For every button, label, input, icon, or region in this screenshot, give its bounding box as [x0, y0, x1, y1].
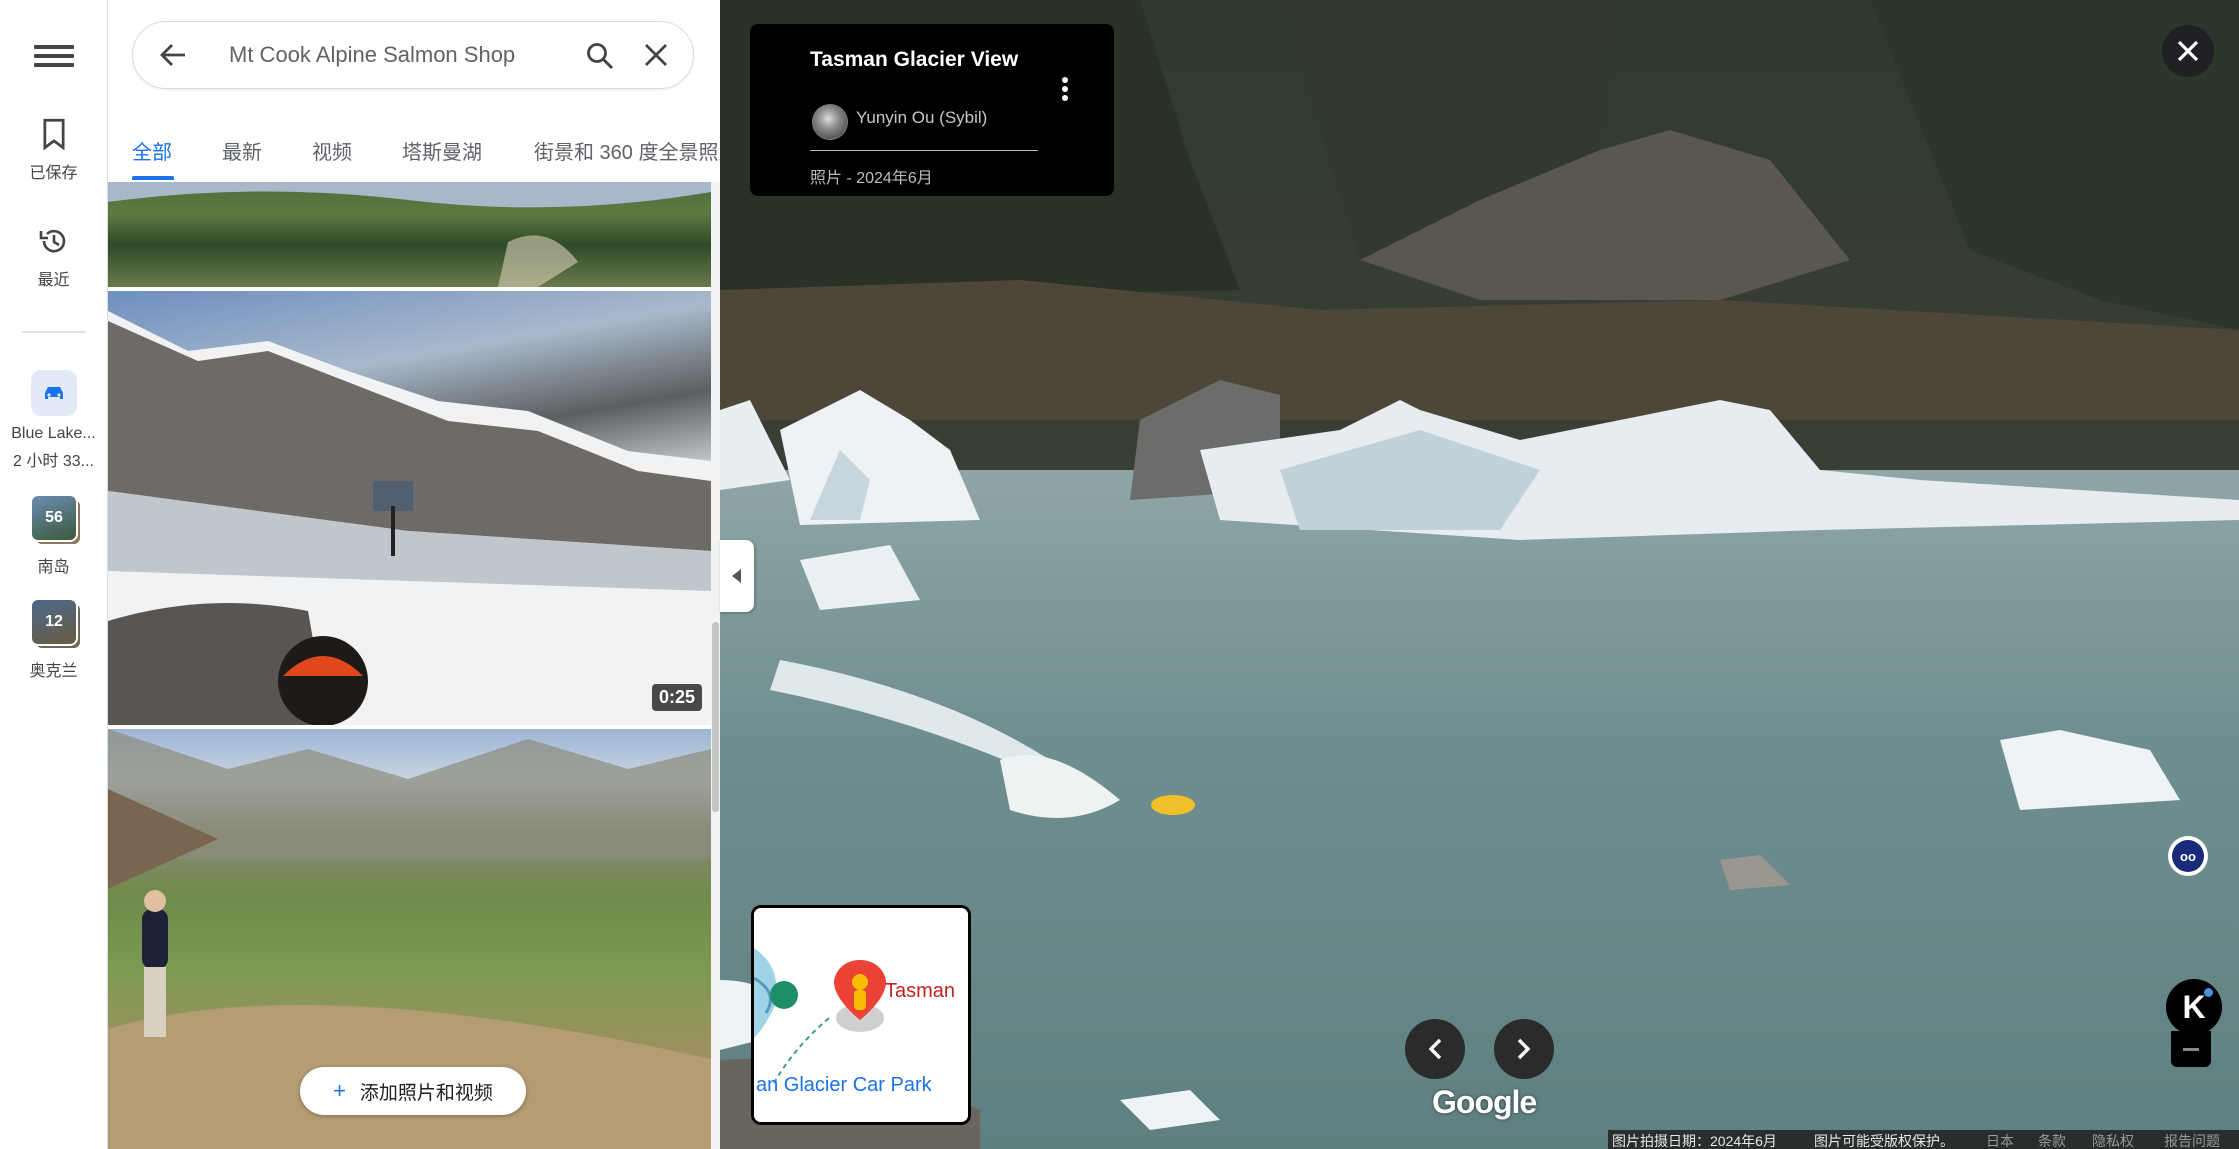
tab-latest[interactable]: 最新	[222, 136, 262, 165]
close-icon[interactable]	[643, 42, 669, 68]
photo-author[interactable]: Yunyin Ou (Sybil)	[856, 108, 987, 128]
footer-copyright: 图片可能受版权保护。	[1814, 1133, 1954, 1149]
footer-region[interactable]: 日本	[1986, 1131, 2014, 1149]
video-thumbnail[interactable]: 0:25	[108, 291, 711, 725]
chevron-left-icon	[1428, 1038, 1442, 1060]
photo-info-card: Tasman Glacier View Yunyin Ou (Sybil) 照片…	[750, 24, 1114, 196]
footer-bar: 图片拍摄日期：2024年6月 图片可能受版权保护。 日本 条款 隐私权 报告问题	[1608, 1130, 2239, 1149]
photo-count-badge: 12	[30, 598, 78, 646]
tab-all[interactable]: 全部	[132, 136, 172, 165]
k-extension-button[interactable]: K	[2166, 979, 2222, 1035]
back-arrow-icon[interactable]	[159, 42, 187, 68]
rail-divider	[22, 331, 86, 333]
car-icon	[45, 387, 63, 399]
history-icon	[39, 229, 65, 253]
google-logo: Google	[1432, 1084, 1537, 1120]
search-box[interactable]: Mt Cook Alpine Salmon Shop	[132, 21, 694, 89]
minus-icon	[2183, 1047, 2199, 1051]
photo-count-badge: 56	[30, 494, 78, 542]
footer-capture-date: 图片拍摄日期：2024年6月	[1612, 1133, 1777, 1149]
photo-thumbnail[interactable]	[108, 182, 711, 287]
saved-button[interactable]: 已保存	[0, 118, 107, 183]
plus-icon: +	[333, 1078, 346, 1103]
recent-label: 最近	[37, 272, 70, 289]
add-photos-videos-label: 添加照片和视频	[359, 1082, 493, 1104]
footer-privacy-link[interactable]: 隐私权	[2092, 1131, 2134, 1149]
recent-item-blue-lake[interactable]	[31, 370, 77, 416]
photo-title[interactable]: Tasman Glacier View	[810, 48, 1018, 72]
left-rail: 已保存 最近 Blue Lake... 2 小时 33... 56 南岛 12 …	[0, 0, 108, 1149]
tab-street-view-360[interactable]: 街景和 360 度全景照片	[534, 136, 720, 165]
pegman-button[interactable]: oo	[2168, 836, 2208, 876]
video-duration: 0:25	[651, 684, 702, 711]
recent-item-blue-lake-title: Blue Lake...	[11, 425, 96, 442]
notification-dot	[2204, 988, 2213, 997]
add-photos-videos-button[interactable]: + 添加照片和视频	[300, 1067, 526, 1115]
pegman-icon: oo	[2172, 840, 2204, 872]
close-viewer-button[interactable]	[2162, 25, 2214, 77]
minimap-parking-label: an Glacier Car Park	[756, 1074, 932, 1096]
bookmark-icon	[42, 118, 65, 151]
caret-left-icon	[732, 569, 741, 583]
tab-videos[interactable]: 视频	[312, 136, 352, 165]
divider	[810, 150, 1038, 151]
recent-button[interactable]: 最近	[0, 225, 107, 290]
tab-tasman-lake[interactable]: 塔斯曼湖	[402, 136, 482, 165]
menu-icon[interactable]	[34, 40, 74, 72]
recent-item-south-island-label: 南岛	[37, 559, 70, 576]
collapse-panel-button[interactable]	[720, 540, 754, 612]
previous-photo-button[interactable]	[1405, 1019, 1465, 1079]
search-icon[interactable]	[585, 41, 615, 71]
zoom-out-button[interactable]	[2171, 1031, 2211, 1067]
search-input[interactable]: Mt Cook Alpine Salmon Shop	[229, 42, 515, 68]
footer-terms-link[interactable]: 条款	[2038, 1131, 2066, 1149]
minimap[interactable]: Tasman an Glacier Car Park	[751, 905, 971, 1125]
recent-item-south-island[interactable]: 56	[30, 494, 82, 546]
panel-scrollbar[interactable]	[711, 182, 720, 1149]
chevron-right-icon	[1517, 1038, 1531, 1060]
minimap-place-label: Tasman	[885, 980, 956, 1002]
next-photo-button[interactable]	[1494, 1019, 1554, 1079]
more-options-icon[interactable]	[1062, 74, 1068, 104]
avatar[interactable]	[812, 104, 848, 140]
recent-item-auckland[interactable]: 12	[30, 598, 82, 650]
photo-category-tabs: 全部 最新 视频 塔斯曼湖 街景和 360 度全景照片	[108, 128, 720, 183]
recent-item-auckland-label: 奥克兰	[29, 663, 78, 680]
photos-panel: Mt Cook Alpine Salmon Shop 全部 最新 视频 塔斯曼湖…	[108, 0, 720, 1149]
recent-item-blue-lake-subtitle: 2 小时 33...	[13, 453, 94, 470]
saved-label: 已保存	[29, 165, 78, 182]
k-logo: K	[2182, 988, 2206, 1025]
close-icon	[2177, 40, 2199, 62]
footer-report-link[interactable]: 报告问题	[2164, 1131, 2220, 1149]
photo-date: 照片 - 2024年6月	[810, 170, 933, 187]
active-tab-indicator	[132, 176, 174, 180]
